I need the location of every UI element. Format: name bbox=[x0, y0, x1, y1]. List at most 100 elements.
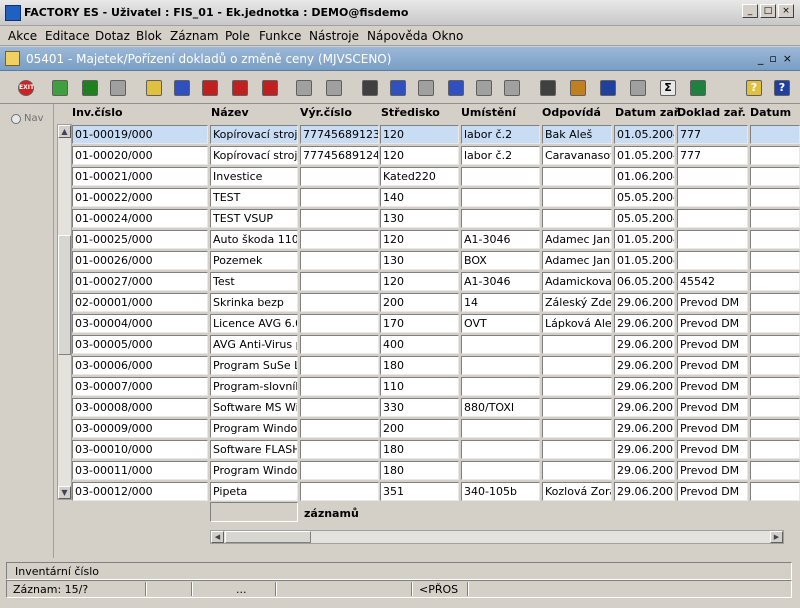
ship-wheel-button[interactable] bbox=[566, 76, 588, 98]
cell-stredisko[interactable]: 120 bbox=[380, 230, 459, 249]
table-row[interactable]: 01-00024/000TEST VSUP 130 05.05.2004 1 bbox=[72, 208, 800, 229]
cell-vyr-cislo[interactable] bbox=[300, 230, 379, 249]
table-row[interactable]: 03-00012/000 Pipeta 351 340-105b Kozlová Zor… bbox=[72, 481, 800, 502]
cell-umisteni[interactable]: A1-3046 bbox=[461, 230, 540, 249]
cell-stredisko[interactable]: 110 bbox=[380, 377, 459, 396]
table-row[interactable]: 03-00007/000Program-slovník M 110 29.06.20… bbox=[72, 376, 800, 397]
cell-umisteni[interactable] bbox=[461, 335, 540, 354]
cell-datum[interactable] bbox=[750, 293, 800, 312]
table-row[interactable]: 01-00026/000 Pozemek 130 BOX Adamec Jan 01.05… bbox=[72, 250, 800, 271]
cell-stredisko[interactable]: 180 bbox=[380, 356, 459, 375]
cell-datum-zar[interactable]: 29.06.2001 0 bbox=[614, 293, 675, 312]
cell-datum-zar[interactable]: 29.06.2001 0 bbox=[614, 482, 675, 501]
delete-record-button[interactable] bbox=[106, 76, 128, 98]
cell-datum[interactable] bbox=[750, 167, 800, 186]
close-button[interactable]: × bbox=[778, 4, 794, 18]
cell-datum[interactable] bbox=[750, 251, 800, 270]
cell-doklad-zar[interactable]: 45542 bbox=[677, 272, 748, 291]
cell-umisteni[interactable]: 14 bbox=[461, 293, 540, 312]
cell-vyr-cislo[interactable] bbox=[300, 167, 379, 186]
table-row[interactable]: 02-00001/000 Skrinka bezp 200 14 Záleský Zde… bbox=[72, 292, 800, 313]
cell-vyr-cislo[interactable] bbox=[300, 419, 379, 438]
cell-doklad-zar[interactable]: 777 bbox=[677, 125, 748, 144]
cell-inv-cislo[interactable]: 03-00008/000 bbox=[72, 398, 208, 417]
cell-umisteni[interactable] bbox=[461, 188, 540, 207]
cell-odpovida[interactable]: Caravanasova bbox=[542, 146, 612, 165]
scroll-down-icon[interactable]: ▼ bbox=[58, 486, 71, 499]
cell-nazev[interactable]: Investice bbox=[210, 167, 298, 186]
cell-odpovida[interactable]: Kozlová Zora bbox=[542, 482, 612, 501]
cell-doklad-zar[interactable]: Prevod DM bbox=[677, 335, 748, 354]
cell-odpovida[interactable]: Bak Aleš bbox=[542, 125, 612, 144]
cell-doklad-zar[interactable]: Prevod DM bbox=[677, 482, 748, 501]
cell-doklad-zar[interactable]: Prevod DM bbox=[677, 440, 748, 459]
cell-odpovida[interactable] bbox=[542, 167, 612, 186]
form-restore-button[interactable]: ▫ bbox=[769, 52, 776, 65]
cell-umisteni[interactable] bbox=[461, 419, 540, 438]
cell-vyr-cislo[interactable]: 77745689123 bbox=[300, 125, 379, 144]
table-row[interactable]: 01-00021/000 Investice Kated220 01.06.2004 … bbox=[72, 166, 800, 187]
cell-datum[interactable] bbox=[750, 335, 800, 354]
cell-umisteni[interactable]: labor č.2 bbox=[461, 146, 540, 165]
clock-button[interactable] bbox=[626, 76, 648, 98]
cell-nazev[interactable]: Software MS Win bbox=[210, 398, 298, 417]
cell-datum-zar[interactable]: 01.05.2004 0 bbox=[614, 230, 675, 249]
calculator-button[interactable] bbox=[536, 76, 558, 98]
nav-radio[interactable] bbox=[11, 114, 21, 124]
table-row[interactable]: 01-00019/000Kopírovací stroj To777456891… bbox=[72, 124, 800, 145]
cell-odpovida[interactable] bbox=[542, 419, 612, 438]
cell-umisteni[interactable]: OVT bbox=[461, 314, 540, 333]
cell-vyr-cislo[interactable] bbox=[300, 188, 379, 207]
cell-doklad-zar[interactable]: 777 bbox=[677, 146, 748, 165]
query-execute-button[interactable] bbox=[170, 76, 192, 98]
help-button[interactable]: ? bbox=[742, 76, 764, 98]
cell-odpovida[interactable]: Adamec Jan bbox=[542, 230, 612, 249]
cell-vyr-cislo[interactable] bbox=[300, 461, 379, 480]
menu-zaznam[interactable]: Záznam bbox=[170, 29, 219, 43]
context-help-button[interactable]: ? bbox=[770, 76, 792, 98]
filter-button[interactable] bbox=[472, 76, 494, 98]
cell-umisteni[interactable] bbox=[461, 167, 540, 186]
record-count-field[interactable] bbox=[210, 502, 298, 522]
cell-vyr-cislo[interactable]: 77745689124 bbox=[300, 146, 379, 165]
vertical-scrollbar[interactable]: ▲ ▼ bbox=[57, 124, 72, 500]
cell-inv-cislo[interactable]: 01-00025/000 bbox=[72, 230, 208, 249]
horizontal-scroll-thumb[interactable] bbox=[225, 531, 311, 543]
scroll-left-icon[interactable]: ◀ bbox=[211, 531, 224, 543]
cell-vyr-cislo[interactable] bbox=[300, 335, 379, 354]
cell-datum[interactable] bbox=[750, 461, 800, 480]
cell-vyr-cislo[interactable] bbox=[300, 377, 379, 396]
cell-vyr-cislo[interactable] bbox=[300, 209, 379, 228]
cell-vyr-cislo[interactable] bbox=[300, 314, 379, 333]
cell-inv-cislo[interactable]: 01-00020/000 bbox=[72, 146, 208, 165]
cell-datum[interactable] bbox=[750, 125, 800, 144]
cell-datum[interactable] bbox=[750, 398, 800, 417]
minimize-button[interactable]: _ bbox=[742, 4, 758, 18]
cell-datum-zar[interactable]: 06.05.2004 1 bbox=[614, 272, 675, 291]
cell-stredisko[interactable]: 200 bbox=[380, 419, 459, 438]
cell-stredisko[interactable]: 180 bbox=[380, 440, 459, 459]
maximize-button[interactable]: □ bbox=[760, 4, 776, 18]
vertical-scroll-thumb[interactable] bbox=[58, 235, 71, 355]
cell-doklad-zar[interactable]: Prevod DM bbox=[677, 356, 748, 375]
cell-datum[interactable] bbox=[750, 314, 800, 333]
table-row[interactable]: 01-00025/000 Auto škoda 110 120 A1-3046 Adam… bbox=[72, 229, 800, 250]
cell-inv-cislo[interactable]: 03-00010/000 bbox=[72, 440, 208, 459]
excel-button[interactable] bbox=[686, 76, 708, 98]
cell-doklad-zar[interactable] bbox=[677, 167, 748, 186]
cell-stredisko[interactable]: 180 bbox=[380, 461, 459, 480]
cell-inv-cislo[interactable]: 01-00027/000 bbox=[72, 272, 208, 291]
cell-datum-zar[interactable]: 29.06.2001 0 bbox=[614, 377, 675, 396]
cell-nazev[interactable]: Licence AVG 6.05 bbox=[210, 314, 298, 333]
cell-inv-cislo[interactable]: 01-00024/000 bbox=[72, 209, 208, 228]
cell-odpovida[interactable] bbox=[542, 335, 612, 354]
cell-stredisko[interactable]: 330 bbox=[380, 398, 459, 417]
cell-datum[interactable] bbox=[750, 188, 800, 207]
cell-stredisko[interactable]: 120 bbox=[380, 272, 459, 291]
cell-inv-cislo[interactable]: 03-00006/000 bbox=[72, 356, 208, 375]
cell-inv-cislo[interactable]: 03-00011/000 bbox=[72, 461, 208, 480]
cell-datum-zar[interactable]: 29.06.2001 0 bbox=[614, 440, 675, 459]
table-row[interactable]: 01-00027/000Test 120A1-3046Adamickova L06… bbox=[72, 271, 800, 292]
cell-datum-zar[interactable]: 01.05.2004 0 bbox=[614, 125, 675, 144]
cell-datum-zar[interactable]: 29.06.2001 0 bbox=[614, 419, 675, 438]
